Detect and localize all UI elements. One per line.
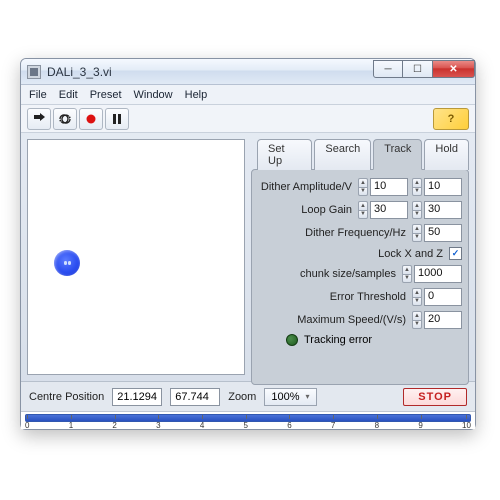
max-speed-stepper[interactable]: ▲▼ 20 <box>412 311 462 329</box>
tracking-error-label: Tracking error <box>304 334 372 346</box>
zoom-label: Zoom <box>228 391 256 403</box>
maximize-button[interactable]: ☐ <box>403 60 433 78</box>
abort-button[interactable] <box>79 108 103 130</box>
menu-edit[interactable]: Edit <box>59 89 78 101</box>
error-threshold-field[interactable]: 0 <box>424 288 462 306</box>
menu-window[interactable]: Window <box>134 89 173 101</box>
tab-body-track: Dither Amplitude/V ▲▼ 10 ▲▼ 10 Loop Gain… <box>251 169 469 385</box>
tab-track[interactable]: Track <box>373 139 422 170</box>
close-button[interactable]: ✕ <box>433 60 475 78</box>
stop-button[interactable]: STOP <box>403 388 467 406</box>
lock-xz-checkbox[interactable]: ✓ <box>449 247 462 260</box>
ruler-tick: 2 <box>112 421 116 429</box>
ruler-tick: 1 <box>69 421 73 429</box>
down-arrow-icon: ▼ <box>412 187 422 197</box>
zoom-select[interactable]: 100% <box>264 388 316 406</box>
down-arrow-icon: ▼ <box>358 187 368 197</box>
menubar: File Edit Preset Window Help <box>21 85 475 105</box>
timeline-slider[interactable]: 0 1 2 3 4 5 6 7 8 9 10 <box>21 411 475 429</box>
image-canvas[interactable] <box>27 139 245 375</box>
tab-search[interactable]: Search <box>314 139 371 170</box>
app-window: DALi_3_3.vi ─ ☐ ✕ File Edit Preset Windo… <box>20 58 476 430</box>
menu-preset[interactable]: Preset <box>90 89 122 101</box>
status-bar: Centre Position 21.1294 67.744 Zoom 100%… <box>21 381 475 411</box>
ruler-tick: 5 <box>244 421 248 429</box>
error-threshold-stepper[interactable]: ▲▼ 0 <box>412 288 462 306</box>
tracking-error-led-icon <box>286 334 298 346</box>
tab-setup[interactable]: Set Up <box>257 139 312 170</box>
centre-y-field[interactable]: 67.744 <box>170 388 220 406</box>
error-threshold-label: Error Threshold <box>330 291 406 303</box>
loop-gain-a-stepper[interactable]: ▲▼ 30 <box>358 201 408 219</box>
chunk-size-stepper[interactable]: ▲▼ 1000 <box>402 265 462 283</box>
run-continuous-button[interactable] <box>53 108 77 130</box>
toolbar: ? <box>21 105 475 133</box>
tab-strip: Set Up Search Track Hold <box>251 139 469 170</box>
chunk-size-field[interactable]: 1000 <box>414 265 462 283</box>
window-title: DALi_3_3.vi <box>47 65 112 79</box>
right-panel: Set Up Search Track Hold Dither Amplitud… <box>251 139 469 375</box>
dither-freq-label: Dither Frequency/Hz <box>305 227 406 239</box>
lock-xz-label: Lock X and Z <box>378 248 443 260</box>
chunk-size-label: chunk size/samples <box>300 268 396 280</box>
dither-amp-a-stepper[interactable]: ▲▼ 10 <box>358 178 408 196</box>
max-speed-field[interactable]: 20 <box>424 311 462 329</box>
ruler-tick: 10 <box>462 421 471 429</box>
titlebar[interactable]: DALi_3_3.vi ─ ☐ ✕ <box>21 59 475 85</box>
zoom-value: 100% <box>271 391 299 403</box>
ruler-tick: 8 <box>375 421 379 429</box>
app-icon <box>27 65 41 79</box>
dither-freq-field[interactable]: 50 <box>424 224 462 242</box>
loop-gain-a-field[interactable]: 30 <box>370 201 408 219</box>
dither-amp-a-field[interactable]: 10 <box>370 178 408 196</box>
ruler-tick: 4 <box>200 421 204 429</box>
loop-gain-b-stepper[interactable]: ▲▼ 30 <box>412 201 462 219</box>
up-arrow-icon: ▲ <box>412 178 422 187</box>
dither-amp-label: Dither Amplitude/V <box>261 181 352 193</box>
tab-hold[interactable]: Hold <box>424 139 469 170</box>
ruler-tick: 3 <box>156 421 160 429</box>
dither-freq-stepper[interactable]: ▲▼ 50 <box>412 224 462 242</box>
window-buttons: ─ ☐ ✕ <box>373 59 475 84</box>
loop-gain-b-field[interactable]: 30 <box>424 201 462 219</box>
content-area: Set Up Search Track Hold Dither Amplitud… <box>21 133 475 381</box>
up-arrow-icon: ▲ <box>358 178 368 187</box>
ruler-tick: 6 <box>287 421 291 429</box>
ruler-ticks: 0 1 2 3 4 5 6 7 8 9 10 <box>25 421 471 429</box>
loop-gain-label: Loop Gain <box>301 204 352 216</box>
max-speed-label: Maximum Speed/(V/s) <box>297 314 406 326</box>
centre-position-label: Centre Position <box>29 391 104 403</box>
pause-button[interactable] <box>105 108 129 130</box>
ruler-tick: 0 <box>25 421 29 429</box>
centre-x-field[interactable]: 21.1294 <box>112 388 162 406</box>
run-arrow-button[interactable] <box>27 108 51 130</box>
help-button[interactable]: ? <box>433 108 469 130</box>
ruler-tick: 7 <box>331 421 335 429</box>
menu-file[interactable]: File <box>29 89 47 101</box>
dither-amp-b-field[interactable]: 10 <box>424 178 462 196</box>
ruler-tick: 9 <box>418 421 422 429</box>
menu-help[interactable]: Help <box>185 89 208 101</box>
dither-amp-b-stepper[interactable]: ▲▼ 10 <box>412 178 462 196</box>
tracked-particle-icon <box>54 250 80 276</box>
minimize-button[interactable]: ─ <box>373 60 403 78</box>
